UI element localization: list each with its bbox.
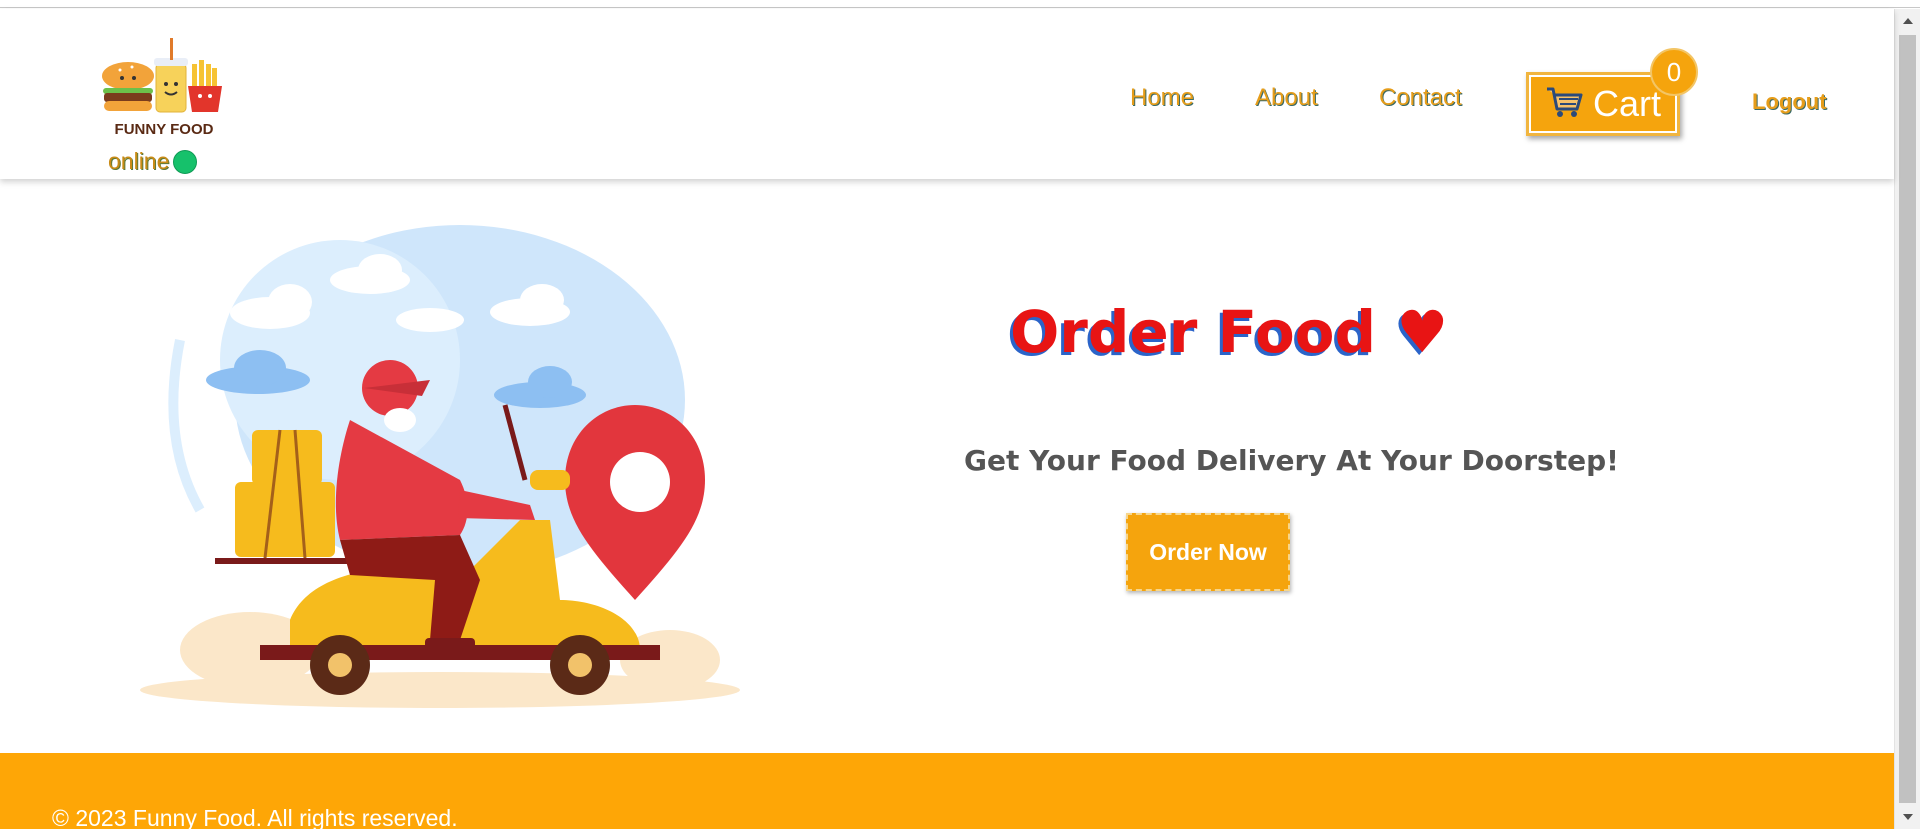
hero-title: Order Food ♥: [1010, 298, 1449, 366]
logo-text: FUNNY FOOD: [115, 121, 214, 138]
order-now-button[interactable]: Order Now: [1126, 513, 1290, 591]
online-status-label: online: [108, 148, 170, 174]
cart-icon: [1545, 85, 1585, 124]
scroll-up-arrow-icon[interactable]: [1895, 9, 1920, 33]
nav-about-link[interactable]: About: [1255, 84, 1318, 112]
nav-contact-link[interactable]: Contact: [1379, 84, 1462, 112]
hero-subtitle: Get Your Food Delivery At Your Doorstep!: [964, 444, 1619, 477]
online-status: online: [108, 148, 198, 175]
browser-top-border: [0, 0, 1920, 8]
delivery-scooter-illustration: [140, 220, 760, 710]
site-header: FUNNY FOOD online Home About Contact Car…: [0, 9, 1894, 179]
scroll-down-arrow-icon[interactable]: [1895, 805, 1920, 829]
cart-label: Cart: [1592, 83, 1661, 124]
online-indicator-icon: [173, 149, 198, 174]
site-footer: © 2023 Funny Food. All rights reserved.: [0, 753, 1894, 831]
scrollbar-thumb[interactable]: [1899, 35, 1916, 803]
page-scrollbar[interactable]: [1894, 9, 1920, 829]
footer-copyright: © 2023 Funny Food. All rights reserved.: [52, 805, 458, 831]
funny-food-logo[interactable]: FUNNY FOOD: [100, 34, 228, 140]
cart-count-badge: 0: [1650, 48, 1698, 96]
nav-home-link[interactable]: Home: [1130, 84, 1194, 112]
logout-link[interactable]: Logout: [1752, 89, 1827, 115]
